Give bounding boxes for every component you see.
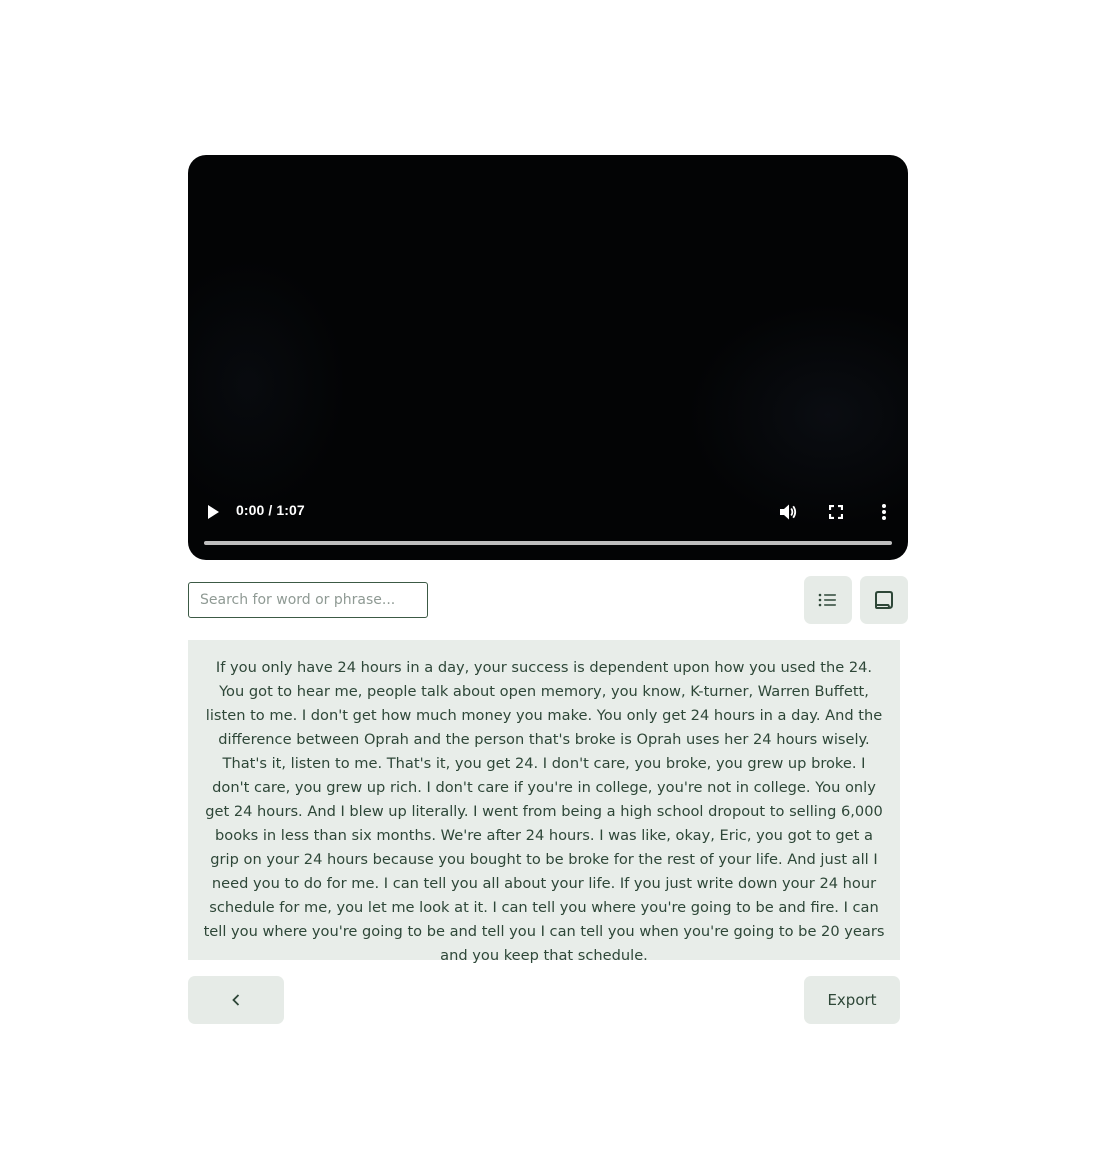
- play-icon[interactable]: [198, 497, 228, 527]
- time-display: 0:00 / 1:07: [236, 502, 305, 518]
- back-button[interactable]: [188, 976, 284, 1024]
- more-vertical-icon[interactable]: [869, 497, 899, 527]
- chevron-left-icon: [232, 994, 240, 1006]
- transcript-text: If you only have 24 hours in a day, your…: [203, 659, 885, 964]
- video-player[interactable]: 0:00 / 1:07: [188, 155, 908, 560]
- transcript-view-button[interactable]: [860, 576, 908, 624]
- transcript-panel: If you only have 24 hours in a day, your…: [188, 640, 900, 964]
- video-progress-bar[interactable]: [204, 541, 892, 545]
- fullscreen-icon[interactable]: [821, 497, 851, 527]
- search-input[interactable]: [188, 582, 428, 618]
- export-button[interactable]: Export: [804, 976, 900, 1024]
- list-view-button[interactable]: [804, 576, 852, 624]
- scroll-icon: [873, 589, 895, 611]
- volume-icon[interactable]: [773, 497, 803, 527]
- video-controls: 0:00 / 1:07: [188, 490, 908, 560]
- export-label: Export: [827, 991, 877, 1009]
- list-icon: [818, 592, 838, 608]
